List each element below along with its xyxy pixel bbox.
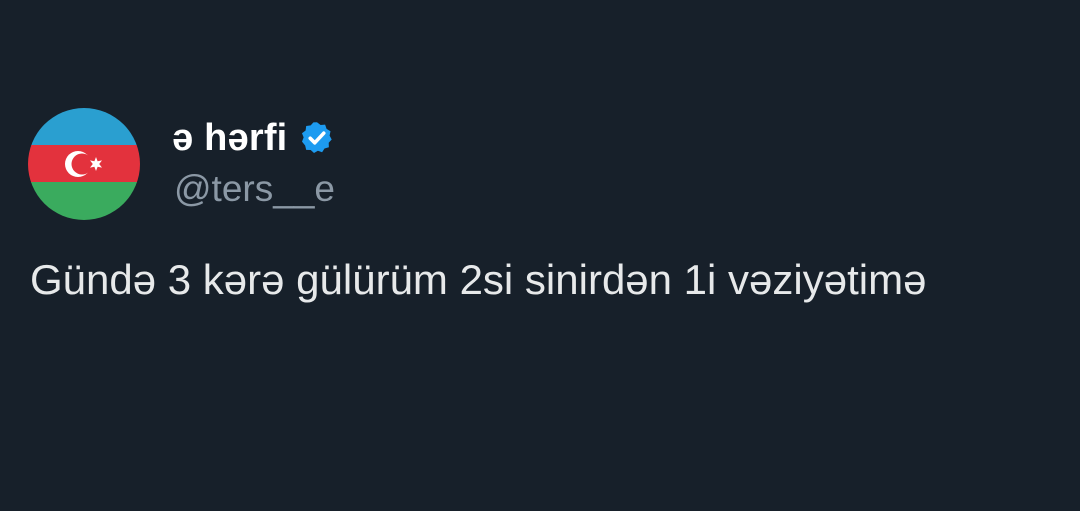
verified-badge-icon xyxy=(299,120,335,156)
azerbaijan-flag-avatar-icon xyxy=(28,108,140,220)
tweet-text: Gündə 3 kərə gülürüm 2si sinirdən 1i vəz… xyxy=(30,256,927,303)
display-name: ə hərfi xyxy=(172,117,288,159)
avatar[interactable] xyxy=(28,108,140,220)
author-name-row[interactable]: ə hərfi xyxy=(172,112,335,164)
tweet-card: ə hərfi @ters__e Gündə 3 kərə gülürüm 2s… xyxy=(0,0,1080,511)
author-handle[interactable]: @ters__e xyxy=(174,166,335,212)
